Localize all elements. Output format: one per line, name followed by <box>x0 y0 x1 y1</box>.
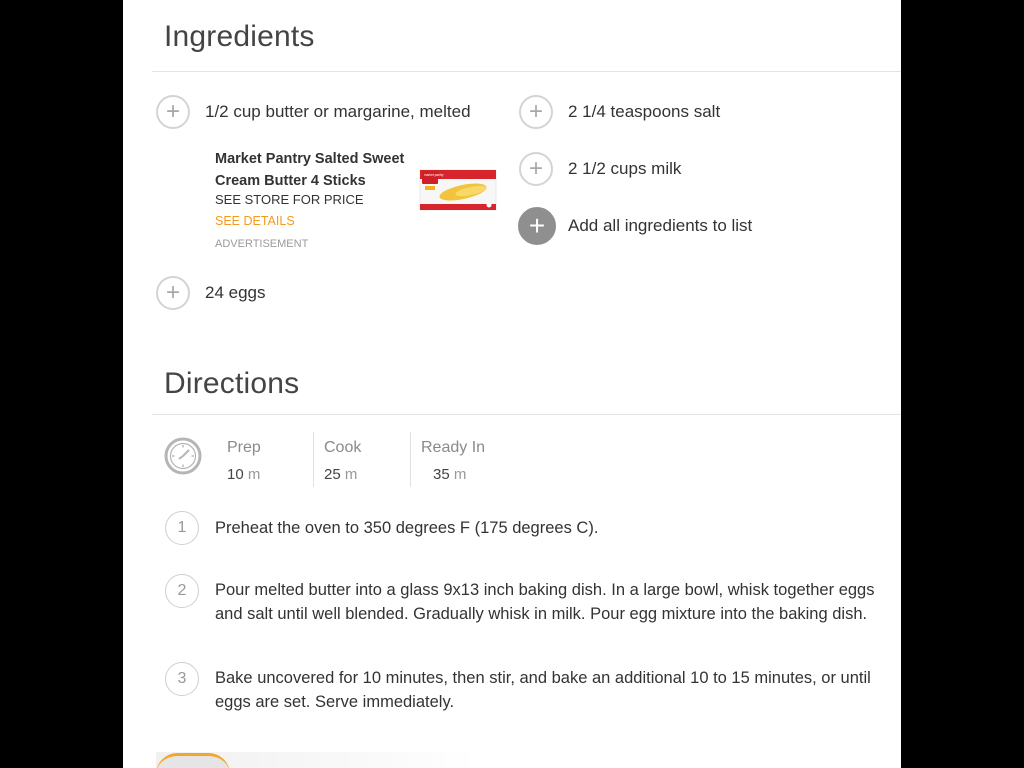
step-text[interactable]: Pour melted butter into a glass 9x13 inc… <box>215 578 901 626</box>
add-all-icon[interactable]: + <box>518 207 556 245</box>
cook-time-value: 25 m <box>324 466 358 483</box>
prep-time: Prep 10 m <box>223 432 320 488</box>
recipe-page: Ingredients + 1/2 cup butter or margarin… <box>123 0 901 768</box>
ready-in-label: Ready In <box>421 439 486 456</box>
directions-heading: Directions <box>164 367 300 400</box>
direction-step[interactable]: 1 Preheat the oven to 350 degrees F (175… <box>165 511 901 545</box>
ready-in-value: 35 m <box>433 466 467 483</box>
step-text[interactable]: Preheat the oven to 350 degrees F (175 d… <box>215 516 901 545</box>
cook-time-label: Cook <box>324 439 362 456</box>
ingredient-label: 1/2 cup butter or margarine, melted <box>205 102 471 121</box>
ad-see-details-link[interactable]: SEE DETAILS <box>215 214 295 228</box>
brand-text: market pantry <box>424 173 444 177</box>
add-ingredient-icon[interactable]: + <box>519 95 553 129</box>
ad-product-title[interactable]: Market Pantry Salted Sweet Cream Butter … <box>215 148 410 192</box>
cook-time: Cook 25 m <box>313 432 417 488</box>
ingredients-heading: Ingredients <box>164 20 315 53</box>
direction-step[interactable]: 2 Pour melted butter into a glass 9x13 i… <box>165 574 901 626</box>
add-ingredient-icon[interactable]: + <box>156 95 190 129</box>
ad-price-text: SEE STORE FOR PRICE <box>215 192 364 207</box>
direction-step[interactable]: 3 Bake uncovered for 10 minutes, then st… <box>165 662 901 714</box>
ingredient-item[interactable]: + 2 1/4 teaspoons salt <box>519 95 720 129</box>
ready-in-time: Ready In 35 m <box>410 432 514 488</box>
ingredients-divider <box>152 71 901 72</box>
step-number[interactable]: 1 <box>165 511 199 545</box>
step-text[interactable]: Bake uncovered for 10 minutes, then stir… <box>215 666 901 714</box>
sponsored-product-ad[interactable]: Market Pantry Salted Sweet Cream Butter … <box>215 148 505 258</box>
add-all-ingredients-button[interactable]: + Add all ingredients to list <box>518 207 752 245</box>
step-number[interactable]: 2 <box>165 574 199 608</box>
butter-product-image[interactable]: market pantry <box>419 166 497 212</box>
prep-time-value: 10 m <box>227 466 261 483</box>
clock-icon <box>164 437 202 475</box>
step-number[interactable]: 3 <box>165 662 199 696</box>
ingredient-item[interactable]: + 24 eggs <box>156 276 266 310</box>
add-ingredient-icon[interactable]: + <box>156 276 190 310</box>
bottom-avatar[interactable] <box>156 753 230 768</box>
ad-label: ADVERTISEMENT <box>215 238 309 250</box>
directions-divider <box>152 414 901 415</box>
ingredient-item[interactable]: + 1/2 cup butter or margarine, melted <box>156 95 471 129</box>
ingredient-label: 24 eggs <box>205 283 266 302</box>
add-ingredient-icon[interactable]: + <box>519 152 553 186</box>
recipe-times: Prep 10 m Cook 25 m Ready In 35 m <box>164 432 514 488</box>
add-all-label[interactable]: Add all ingredients to list <box>568 216 752 236</box>
prep-time-label: Prep <box>227 439 261 456</box>
ingredient-item[interactable]: + 2 1/2 cups milk <box>519 152 681 186</box>
ingredient-label: 2 1/2 cups milk <box>568 159 682 178</box>
ingredient-label: 2 1/4 teaspoons salt <box>568 102 721 121</box>
